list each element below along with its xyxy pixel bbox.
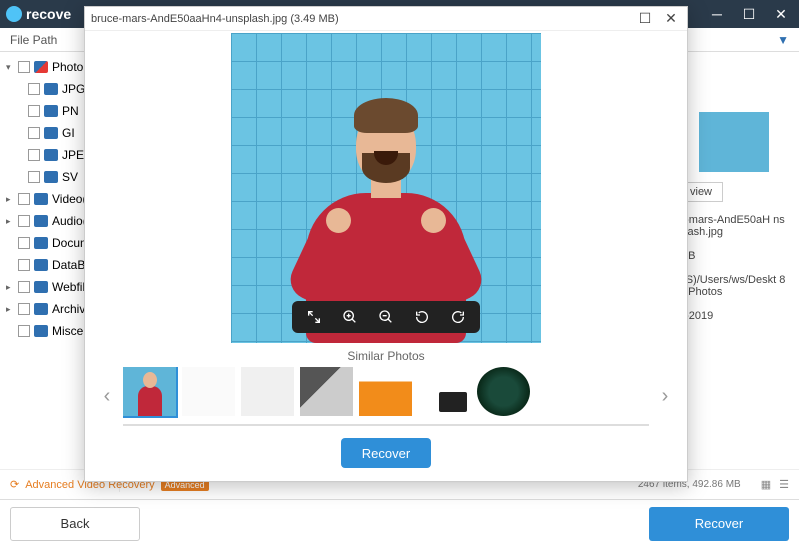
modal-title: bruce-mars-AndE50aaHn4-unsplash.jpg (3.4… xyxy=(91,13,339,25)
next-arrow-icon[interactable]: › xyxy=(655,385,675,408)
recover-button[interactable]: Recover xyxy=(649,507,789,541)
modal-close-button[interactable]: ✕ xyxy=(661,10,681,27)
zoom-out-icon[interactable] xyxy=(376,307,396,327)
window-controls: ─ ☐ ✕ xyxy=(705,2,793,26)
app-name: recove xyxy=(26,6,71,22)
details-filename: e-mars-AndE50aH nsplash.jpg xyxy=(679,214,789,238)
similar-thumb[interactable] xyxy=(182,367,235,416)
filter-icon[interactable]: ▼ xyxy=(777,33,789,47)
similar-thumb[interactable] xyxy=(123,367,176,416)
close-button[interactable]: ✕ xyxy=(769,2,793,26)
details-panel: view e-mars-AndE50aH nsplash.jpg MB FS)/… xyxy=(679,112,789,334)
preview-image xyxy=(231,33,541,343)
similar-thumb[interactable] xyxy=(477,367,530,416)
maximize-button[interactable]: ☐ xyxy=(737,2,761,26)
preview-modal: bruce-mars-AndE50aaHn4-unsplash.jpg (3.4… xyxy=(84,6,688,482)
similar-thumb[interactable] xyxy=(418,367,471,416)
rotate-left-icon[interactable] xyxy=(412,307,432,327)
back-button[interactable]: Back xyxy=(10,507,140,541)
refresh-icon: ⟳ xyxy=(10,478,19,491)
thumbnail-strip: ‹ › xyxy=(85,367,687,426)
app-logo: recove xyxy=(6,6,71,22)
prev-arrow-icon[interactable]: ‹ xyxy=(97,385,117,408)
image-toolbar xyxy=(292,301,480,333)
list-view-icon[interactable]: ☰ xyxy=(779,478,789,491)
preview-container xyxy=(85,31,687,343)
similar-thumb[interactable] xyxy=(300,367,353,416)
details-date: 3-2019 xyxy=(679,310,789,322)
bottom-toolbar: Back Recover xyxy=(0,499,799,547)
filepath-label: File Path xyxy=(10,33,57,47)
details-thumbnail xyxy=(699,112,769,172)
details-size: MB xyxy=(679,250,789,262)
details-path: FS)/Users/ws/Deskt 85/Photos xyxy=(679,274,789,298)
grid-view-icon[interactable]: ▦ xyxy=(761,478,771,491)
modal-recover-button[interactable]: Recover xyxy=(341,438,431,468)
similar-photos-label: Similar Photos xyxy=(85,343,687,367)
similar-thumb[interactable] xyxy=(359,367,412,416)
zoom-in-icon[interactable] xyxy=(340,307,360,327)
logo-icon xyxy=(6,6,22,22)
modal-header: bruce-mars-AndE50aaHn4-unsplash.jpg (3.4… xyxy=(85,7,687,31)
fullscreen-exit-icon[interactable] xyxy=(304,307,324,327)
rotate-right-icon[interactable] xyxy=(448,307,468,327)
modal-maximize-button[interactable]: ☐ xyxy=(635,10,655,27)
similar-thumb[interactable] xyxy=(241,367,294,416)
minimize-button[interactable]: ─ xyxy=(705,2,729,26)
